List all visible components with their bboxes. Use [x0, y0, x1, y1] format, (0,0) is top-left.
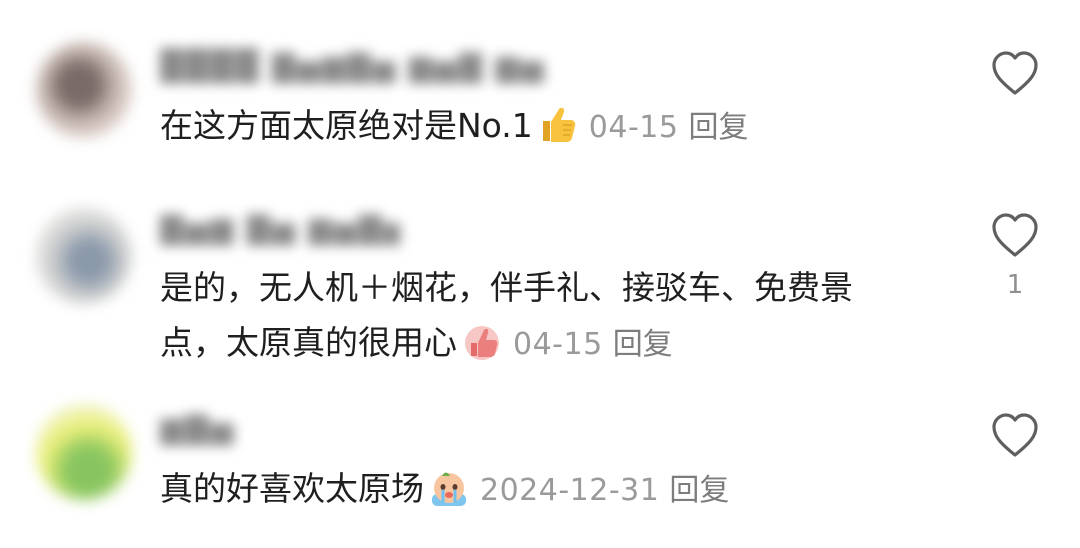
thumbs-up-icon: [537, 103, 579, 145]
comment-content: 在这方面太原绝对是No.1: [160, 106, 533, 145]
username[interactable]: ████ ▇▅▆▇▅ ▆▅▇ ▆▅: [160, 48, 550, 86]
crying-face-icon: [428, 466, 470, 508]
avatar[interactable]: [36, 42, 132, 138]
comment-text: 真的好喜欢太原场 2024-12-31 回复: [160, 461, 920, 518]
avatar[interactable]: [36, 404, 132, 500]
comment-text: 在这方面太原绝对是No.1 04-15 回复: [160, 98, 920, 155]
comment-content-line1: 是的，无人机＋烟花，伴手礼、接驳车、免费景: [160, 268, 853, 307]
comment-date: 04-15: [588, 110, 679, 145]
reply-button[interactable]: 回复: [613, 327, 673, 362]
heart-icon: [992, 413, 1038, 457]
comment-content: 真的好喜欢太原场: [160, 469, 424, 508]
like-button[interactable]: [990, 50, 1040, 98]
like-button[interactable]: [990, 212, 1040, 260]
like-count: 1: [1006, 270, 1024, 300]
comment-content-line2: 点，太原真的很用心: [160, 323, 457, 362]
username[interactable]: ▆▇▅: [160, 410, 250, 448]
heart-icon: [992, 51, 1038, 95]
avatar[interactable]: [36, 208, 132, 304]
like-button[interactable]: [990, 412, 1040, 460]
thumbs-up-icon: [461, 320, 503, 362]
comment-text: 是的，无人机＋烟花，伴手礼、接驳车、免费景 点，太原真的很用心 04-15 回复: [160, 260, 920, 372]
comment-date: 04-15: [513, 327, 603, 362]
username[interactable]: ▇▅▆ ▇▅ ▆▅▇▅▆: [160, 210, 400, 248]
reply-button[interactable]: 回复: [688, 110, 748, 145]
heart-icon: [992, 213, 1038, 257]
reply-button[interactable]: 回复: [669, 473, 729, 508]
comment-date: 2024-12-31: [480, 473, 660, 508]
